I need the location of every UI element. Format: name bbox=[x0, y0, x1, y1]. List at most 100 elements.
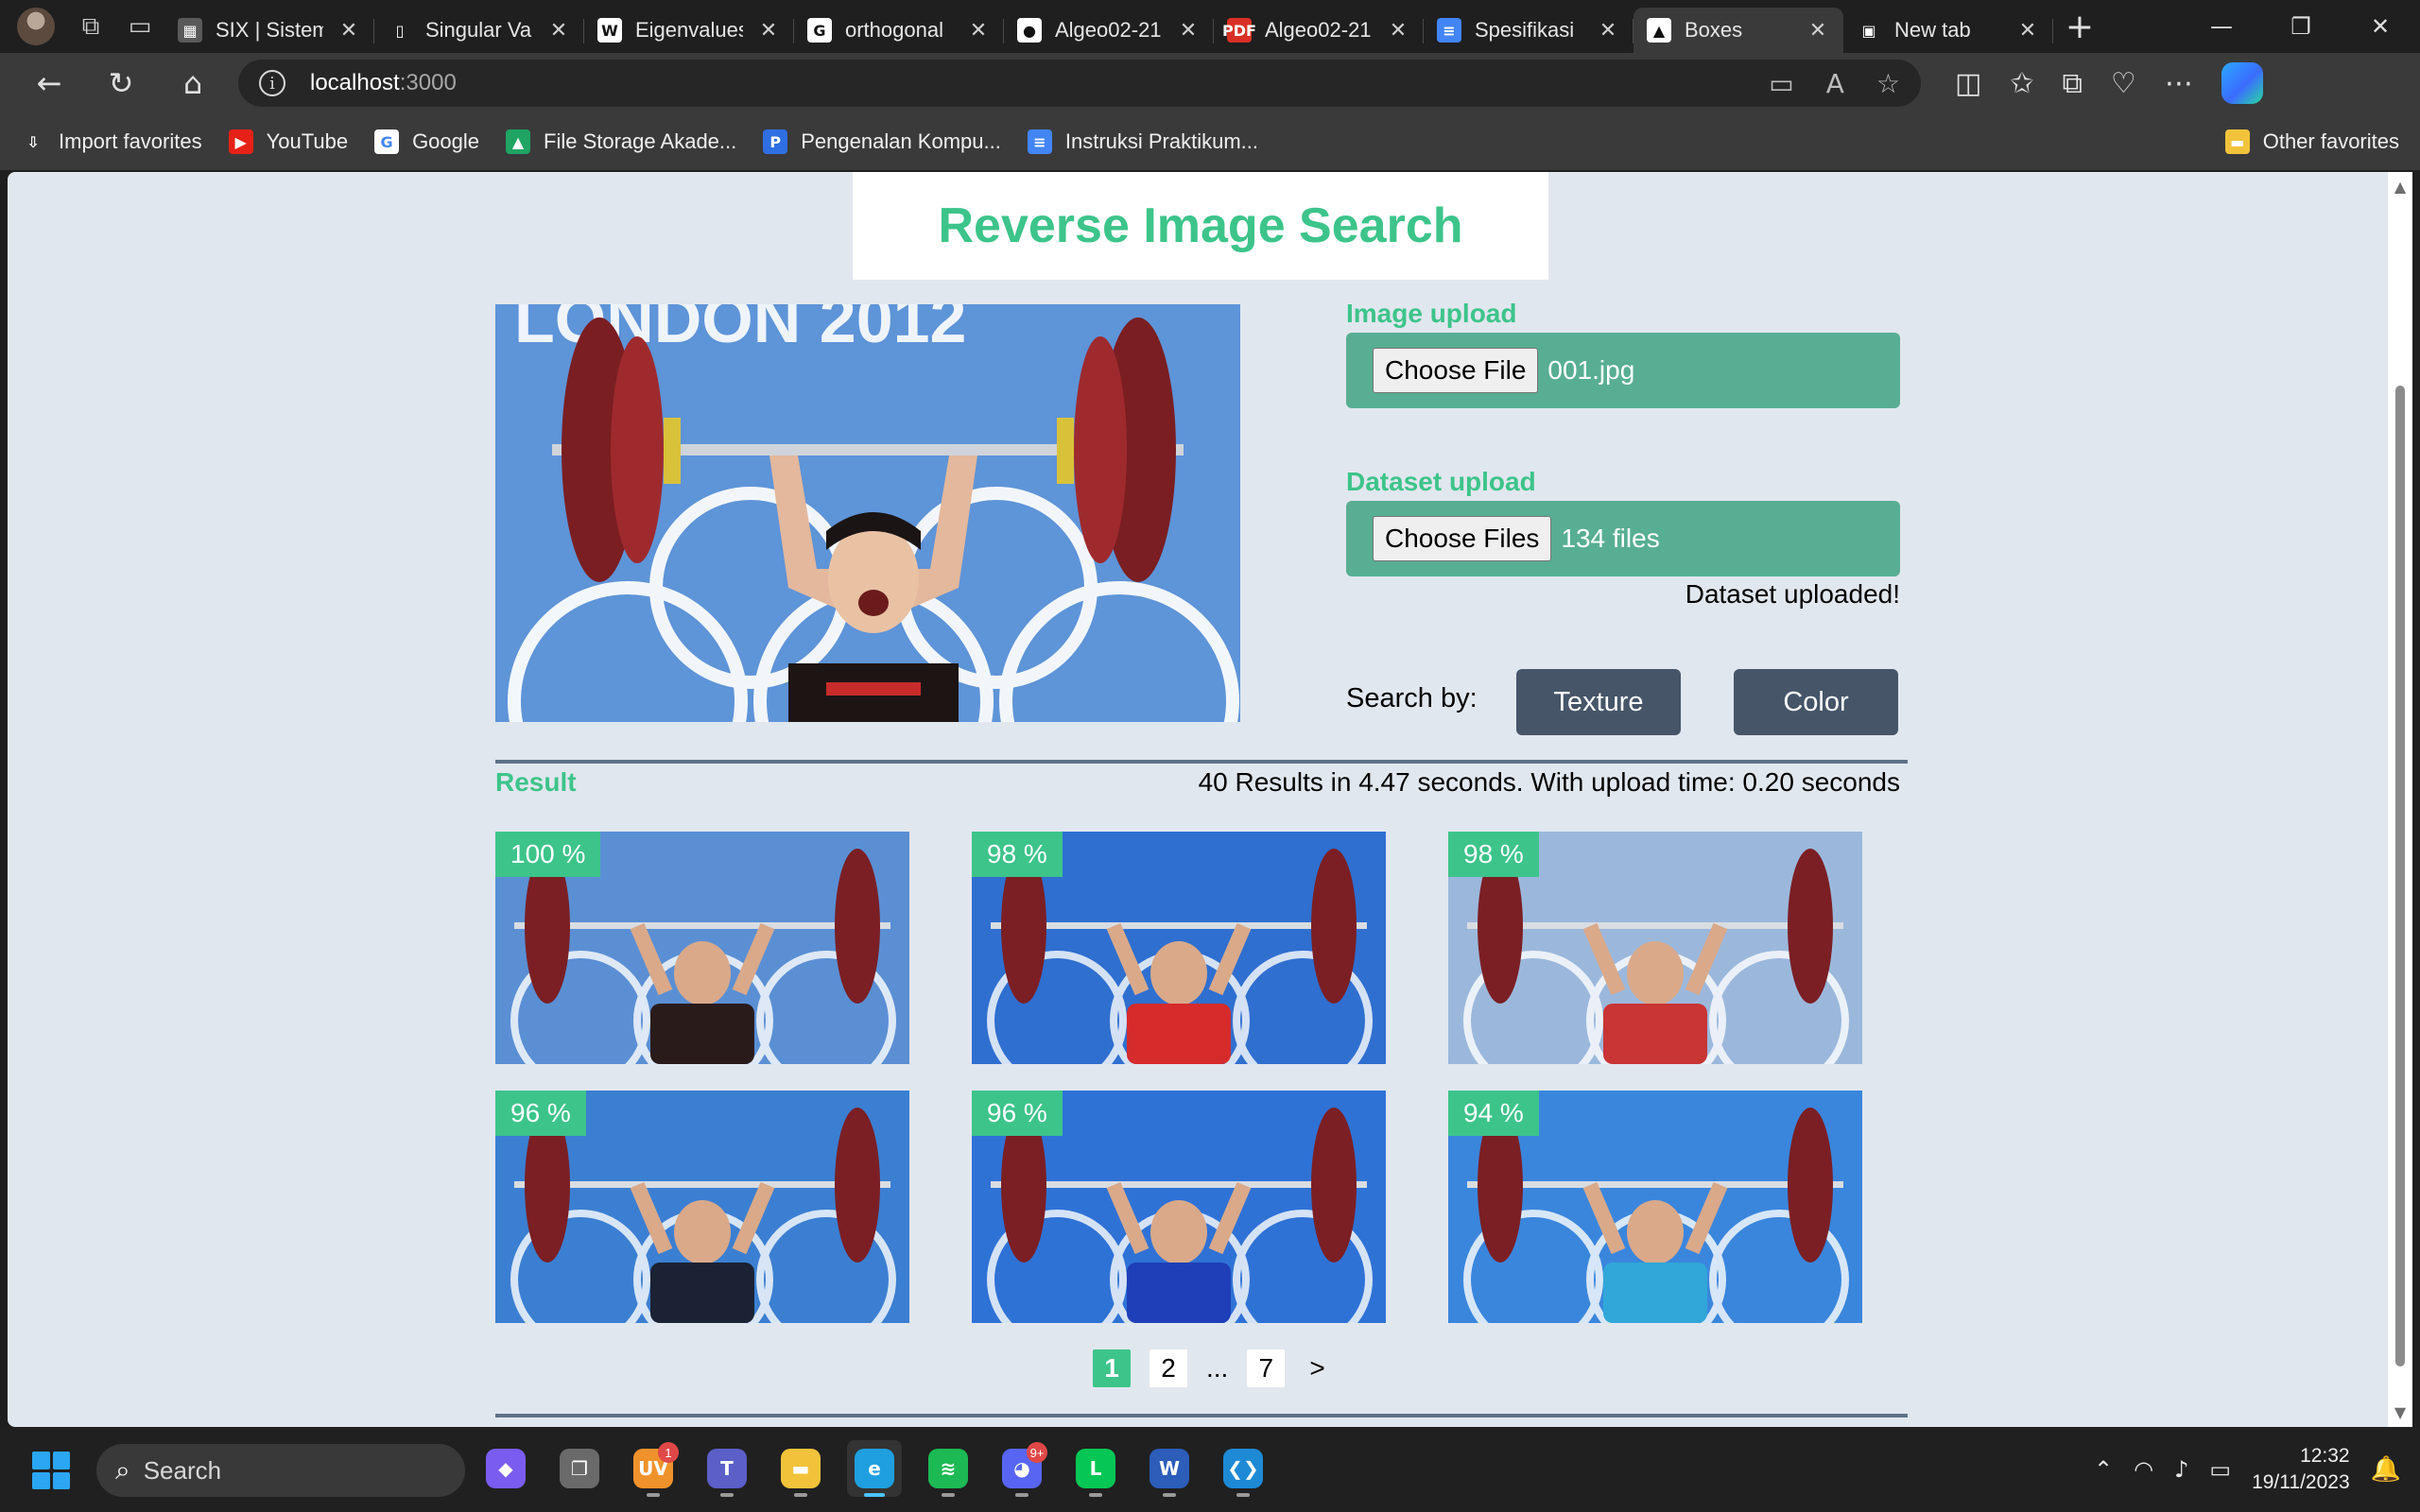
result-card[interactable]: 96 % bbox=[495, 1091, 909, 1323]
vscode-icon[interactable]: ❮❯ bbox=[1216, 1440, 1270, 1497]
close-window-button[interactable]: ✕ bbox=[2341, 0, 2420, 53]
clock-date: 19/11/2023 bbox=[2252, 1471, 2350, 1493]
read-aloud-icon[interactable]: A bbox=[1826, 68, 1844, 99]
battery-icon[interactable]: ▭ bbox=[2209, 1456, 2231, 1483]
bookmark-item[interactable]: ▶ YouTube bbox=[228, 129, 348, 154]
teams-icon[interactable]: T bbox=[700, 1440, 754, 1497]
uv-app-icon[interactable]: UV 1 bbox=[626, 1440, 681, 1497]
new-tab-button[interactable]: + bbox=[2053, 8, 2106, 46]
running-indicator bbox=[1089, 1493, 1102, 1497]
taskbar-search[interactable]: ⌕ Search bbox=[96, 1444, 465, 1497]
bookmark-item[interactable]: G Google bbox=[374, 129, 479, 154]
choose-files-button[interactable]: Choose Files bbox=[1373, 516, 1552, 561]
scroll-down-icon[interactable]: ▼ bbox=[2393, 1403, 2408, 1421]
tab-actions-icon[interactable]: ▭ bbox=[115, 0, 164, 53]
tab-title: Algeo02-21 bbox=[1055, 18, 1162, 42]
page-scrollbar[interactable]: ▲ ▼ bbox=[2388, 172, 2412, 1427]
bookmark-item[interactable]: ⇩ Import favorites bbox=[21, 129, 202, 154]
p-icon: P bbox=[763, 129, 788, 154]
address-bar[interactable]: i localhost:3000 ▭ A ☆ bbox=[238, 60, 1921, 107]
color-search-button[interactable]: Color bbox=[1734, 669, 1898, 735]
task-view-icon[interactable]: ❐ bbox=[552, 1440, 607, 1497]
tab-favicon-icon: G bbox=[807, 18, 832, 43]
back-icon[interactable]: ← bbox=[13, 57, 85, 110]
refresh-icon[interactable]: ↻ bbox=[85, 57, 157, 110]
browser-essentials-icon[interactable]: ♡ bbox=[2111, 67, 2136, 100]
scroll-thumb[interactable] bbox=[2395, 386, 2405, 1366]
browser-tab[interactable]: ≡ Spesifikasi ✕ bbox=[1424, 8, 1634, 53]
next-page-button[interactable]: > bbox=[1304, 1353, 1330, 1383]
page-button-last[interactable]: 7 bbox=[1247, 1349, 1286, 1387]
tab-close-icon[interactable]: ✕ bbox=[2015, 19, 2040, 43]
tab-close-icon[interactable]: ✕ bbox=[337, 19, 361, 43]
tab-favicon-icon: ▯ bbox=[388, 18, 412, 43]
browser-tab[interactable]: W Eigenvalues ✕ bbox=[584, 8, 794, 53]
result-card[interactable]: 98 % bbox=[1448, 832, 1862, 1064]
favorite-star-icon[interactable]: ☆ bbox=[1876, 68, 1900, 99]
browser-tab[interactable]: ▦ SIX | Sistem ✕ bbox=[164, 8, 374, 53]
browser-tab[interactable]: ● Algeo02-21 ✕ bbox=[1004, 8, 1214, 53]
bookmark-label: Instruksi Praktikum... bbox=[1064, 129, 1259, 153]
notification-bell-icon[interactable]: 🔔 bbox=[2371, 1455, 2401, 1484]
line-icon[interactable]: L bbox=[1068, 1440, 1123, 1497]
bookmark-item[interactable]: P Pengenalan Kompu... bbox=[763, 129, 1001, 154]
result-card[interactable]: 100 % bbox=[495, 832, 909, 1064]
minimize-button[interactable]: — bbox=[2182, 0, 2261, 53]
more-options-icon[interactable]: ⋯ bbox=[2165, 67, 2193, 100]
discord-icon[interactable]: ◕ 9+ bbox=[994, 1440, 1049, 1497]
browser-tab[interactable]: ▣ New tab ✕ bbox=[1843, 8, 2053, 53]
browser-tab[interactable]: Gorthogonal ✕ bbox=[794, 8, 1004, 53]
result-card[interactable]: 96 % bbox=[972, 1091, 1386, 1323]
clock-time: 12:32 bbox=[2300, 1445, 2350, 1467]
file-explorer-icon[interactable]: ▬ bbox=[773, 1440, 828, 1497]
browser-toolbar: ← ↻ ⌂ i localhost:3000 ▭ A ☆ ◫ ✩ ⧉ ♡ ⋯ bbox=[0, 53, 2420, 113]
tab-close-icon[interactable]: ✕ bbox=[1596, 19, 1620, 43]
texture-search-button[interactable]: Texture bbox=[1516, 669, 1681, 735]
choose-file-button[interactable]: Choose File bbox=[1373, 348, 1539, 393]
profile-avatar[interactable] bbox=[17, 8, 55, 45]
favorites-icon[interactable]: ✩ bbox=[2010, 67, 2033, 100]
bookmark-item[interactable]: ▲ File Storage Akade... bbox=[506, 129, 736, 154]
scroll-up-icon[interactable]: ▲ bbox=[2393, 178, 2408, 196]
chevron-up-icon[interactable]: ⌃ bbox=[2094, 1456, 2113, 1483]
tab-close-icon[interactable]: ✕ bbox=[756, 19, 781, 43]
wifi-icon[interactable]: ◠ bbox=[2134, 1456, 2153, 1483]
similarity-badge: 98 % bbox=[1448, 832, 1539, 877]
bookmark-item[interactable]: ≡ Instruksi Praktikum... bbox=[1027, 129, 1259, 154]
tab-close-icon[interactable]: ✕ bbox=[966, 19, 991, 43]
result-card[interactable]: 94 % bbox=[1448, 1091, 1862, 1323]
other-favorites[interactable]: ▬ Other favorites bbox=[2224, 129, 2399, 154]
split-screen-icon[interactable]: ◫ bbox=[1955, 67, 1981, 100]
tab-close-icon[interactable]: ✕ bbox=[1176, 19, 1201, 43]
tab-favicon-icon: ≡ bbox=[1437, 18, 1461, 43]
workspaces-icon[interactable]: ⧉ bbox=[66, 0, 115, 53]
running-indicator bbox=[720, 1493, 734, 1497]
result-card[interactable]: 98 % bbox=[972, 832, 1386, 1064]
browser-tab[interactable]: PDF Algeo02-21 ✕ bbox=[1214, 8, 1424, 53]
copilot-app-icon[interactable]: ◆ bbox=[478, 1440, 533, 1497]
volume-icon[interactable]: ♪ bbox=[2174, 1456, 2188, 1483]
tab-close-icon[interactable]: ✕ bbox=[1386, 19, 1410, 43]
tab-close-icon[interactable]: ✕ bbox=[546, 19, 571, 43]
word-icon[interactable]: W bbox=[1142, 1440, 1197, 1497]
browser-tab[interactable]: ▲ Boxes ✕ bbox=[1634, 8, 1843, 53]
page-button-current[interactable]: 1 bbox=[1093, 1349, 1131, 1387]
home-icon[interactable]: ⌂ bbox=[157, 57, 229, 110]
title-box: Reverse Image Search bbox=[853, 172, 1548, 280]
clock[interactable]: 12:32 19/11/2023 bbox=[2252, 1443, 2350, 1496]
running-indicator bbox=[647, 1493, 660, 1497]
tab-close-icon[interactable]: ✕ bbox=[1806, 19, 1830, 43]
spotify-icon[interactable]: ≋ bbox=[921, 1440, 976, 1497]
restore-button[interactable]: ❐ bbox=[2261, 0, 2341, 53]
browser-tab[interactable]: ▯ Singular Va ✕ bbox=[374, 8, 584, 53]
page-button-2[interactable]: 2 bbox=[1150, 1349, 1187, 1387]
copilot-icon[interactable] bbox=[2221, 62, 2263, 104]
result-stats: 40 Results in 4.47 seconds. With upload … bbox=[1198, 767, 1900, 797]
tab-favicon-icon: PDF bbox=[1222, 18, 1256, 43]
camera-icon[interactable]: ▭ bbox=[1769, 68, 1793, 99]
windows-start-icon[interactable] bbox=[32, 1452, 70, 1489]
collections-icon[interactable]: ⧉ bbox=[2063, 67, 2083, 100]
edge-icon[interactable]: e bbox=[847, 1440, 902, 1497]
tab-favicon-icon: W bbox=[597, 18, 622, 43]
site-info-icon[interactable]: i bbox=[259, 70, 285, 96]
